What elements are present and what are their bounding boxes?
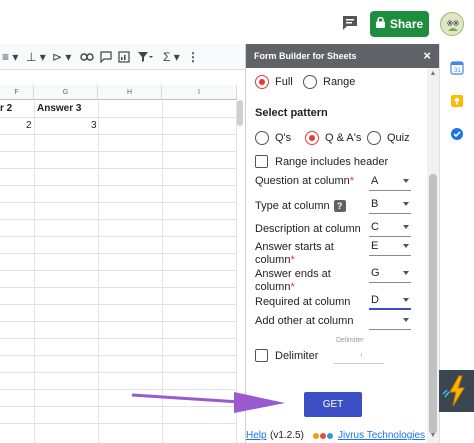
scroll-up-icon[interactable]: ▲ bbox=[429, 70, 437, 78]
range-label: Range bbox=[323, 76, 356, 88]
cell-g2[interactable]: 3 bbox=[91, 117, 97, 134]
cell-g1[interactable]: Answer 3 bbox=[37, 100, 81, 117]
panel-title-bar: Form Builder for Sheets × bbox=[246, 44, 439, 68]
company-link[interactable]: Jivrus Technologies bbox=[338, 430, 425, 441]
qas-radio[interactable] bbox=[305, 131, 319, 145]
text-rotate-icon[interactable]: ⊳ ▾ bbox=[52, 49, 71, 65]
form-builder-sidebar: Form Builder for Sheets × ▲ ▼ Full Range… bbox=[245, 44, 439, 443]
sheet-scrollbar[interactable] bbox=[237, 100, 243, 126]
delimiter-caption: Delimiter bbox=[336, 337, 364, 344]
filter-icon[interactable] bbox=[137, 49, 153, 65]
column-header-i[interactable]: I bbox=[162, 85, 237, 100]
jivrus-logo-icon bbox=[312, 430, 334, 443]
range-radio[interactable] bbox=[303, 75, 317, 89]
valign-icon[interactable]: ⊥ ▾ bbox=[26, 49, 46, 65]
type-column-label: Type at column? bbox=[255, 200, 346, 213]
description-column-select[interactable]: C bbox=[369, 217, 411, 237]
chart-icon[interactable] bbox=[118, 49, 130, 65]
chevron-down-icon bbox=[403, 318, 409, 322]
panel-scrollbar[interactable] bbox=[429, 174, 437, 434]
select-pattern-heading: Select pattern bbox=[255, 107, 328, 119]
chevron-down-icon bbox=[403, 202, 409, 206]
lightning-addon-icon[interactable] bbox=[439, 370, 474, 412]
column-header-h[interactable]: H bbox=[98, 85, 162, 100]
calendar-icon[interactable]: 31 bbox=[450, 61, 464, 75]
share-button[interactable]: Share bbox=[370, 11, 429, 37]
cell-f2[interactable]: 2 bbox=[26, 117, 32, 134]
get-button[interactable]: GET bbox=[304, 392, 362, 417]
column-header-g[interactable]: G bbox=[34, 85, 98, 100]
tasks-icon[interactable] bbox=[450, 127, 464, 141]
share-label: Share bbox=[389, 17, 424, 31]
required-column-select[interactable]: D bbox=[369, 290, 411, 310]
annotation-arrow-icon bbox=[131, 392, 285, 413]
quiz-label: Quiz bbox=[387, 132, 410, 144]
version-text: (v1.2.5) bbox=[270, 430, 304, 441]
qs-label: Q's bbox=[275, 132, 292, 144]
formatting-toolbar: ≡ ▾ ⊥ ▾ ⊳ ▾ Σ ▾ ⋮ bbox=[0, 44, 245, 70]
comment-add-icon[interactable] bbox=[100, 49, 112, 65]
sigma-icon[interactable]: Σ ▾ bbox=[163, 49, 180, 65]
panel-title: Form Builder for Sheets bbox=[254, 51, 357, 61]
question-column-select[interactable]: A bbox=[369, 171, 411, 191]
app-window: Share ≡ ▾ ⊥ ▾ ⊳ ▾ Σ ▾ ⋮ F G H I r 2 Answ… bbox=[0, 0, 474, 443]
delimiter-checkbox[interactable] bbox=[255, 349, 268, 362]
help-link[interactable]: Help bbox=[246, 430, 267, 441]
qs-radio[interactable] bbox=[255, 131, 269, 145]
question-column-label: Question at column* bbox=[255, 175, 355, 187]
range-includes-header-checkbox[interactable] bbox=[255, 155, 268, 168]
answer-starts-column-select[interactable]: E bbox=[369, 236, 411, 256]
type-column-select[interactable]: B bbox=[369, 194, 411, 214]
cell-f1[interactable]: r 2 bbox=[0, 100, 12, 117]
chevron-down-icon bbox=[403, 244, 409, 248]
chevron-down-icon bbox=[403, 271, 409, 275]
answer-starts-column-label: Answer starts at column* bbox=[255, 241, 334, 266]
comment-history-icon[interactable] bbox=[340, 13, 360, 33]
answer-ends-column-select[interactable]: G bbox=[369, 263, 411, 283]
avatar[interactable] bbox=[440, 12, 464, 36]
qas-label: Q & A's bbox=[325, 132, 362, 144]
full-label: Full bbox=[275, 76, 293, 88]
lock-icon bbox=[375, 16, 385, 31]
column-header-f[interactable]: F bbox=[0, 85, 34, 100]
link-icon[interactable] bbox=[80, 49, 94, 65]
add-other-column-label: Add other at column bbox=[255, 315, 354, 327]
close-icon[interactable]: × bbox=[423, 44, 431, 68]
keep-icon[interactable] bbox=[450, 94, 464, 108]
delimiter-label: Delimiter bbox=[275, 350, 319, 362]
help-icon[interactable]: ? bbox=[333, 200, 346, 213]
delimiter-input[interactable]: , bbox=[334, 344, 384, 364]
required-column-label: Required at column bbox=[255, 296, 351, 308]
add-other-column-select[interactable] bbox=[369, 310, 411, 330]
more-icon[interactable]: ⋮ bbox=[187, 49, 199, 65]
align-icon[interactable]: ≡ ▾ bbox=[2, 49, 18, 65]
scroll-down-icon[interactable]: ▼ bbox=[429, 432, 437, 440]
chevron-down-icon bbox=[403, 298, 409, 302]
chevron-down-icon bbox=[403, 179, 409, 183]
answer-ends-column-label: Answer ends at column* bbox=[255, 268, 331, 293]
svg-text:31: 31 bbox=[454, 68, 461, 74]
quiz-radio[interactable] bbox=[367, 131, 381, 145]
range-includes-header-label: Range includes header bbox=[275, 156, 389, 168]
panel-footer: Help (v1.2.5) Jivrus Technologies bbox=[246, 430, 426, 443]
top-bar: Share bbox=[0, 0, 474, 44]
description-column-label: Description at column bbox=[255, 223, 361, 235]
chevron-down-icon bbox=[403, 225, 409, 229]
full-radio[interactable] bbox=[255, 75, 269, 89]
